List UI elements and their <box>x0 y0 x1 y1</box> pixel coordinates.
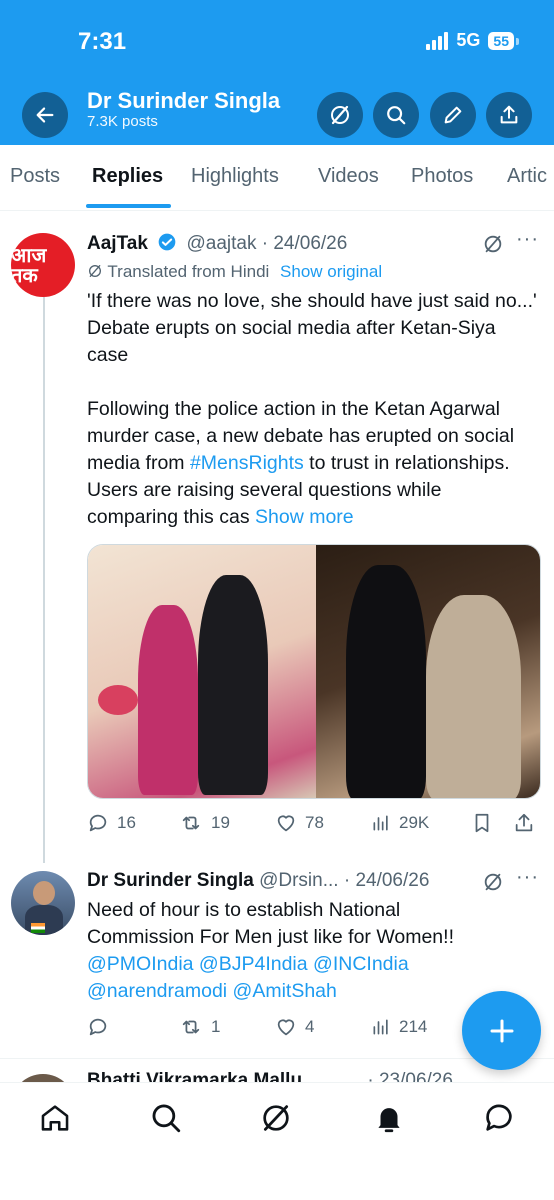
tweet-actions: 16 19 78 29K <box>87 812 535 834</box>
tab-photos[interactable]: Photos <box>411 165 473 188</box>
pencil-icon <box>444 106 462 124</box>
plus-icon <box>490 1019 513 1042</box>
repost-button[interactable]: 19 <box>179 812 275 834</box>
grok-icon <box>331 105 349 125</box>
heart-icon <box>277 1019 295 1036</box>
like-count: 78 <box>305 813 324 832</box>
view-count: 29K <box>399 813 430 832</box>
author-handle[interactable]: @aajtak <box>186 233 256 254</box>
repost-count: 19 <box>211 813 230 832</box>
thread-line <box>43 288 45 863</box>
tweet-text: 'If there was no love, she should have j… <box>87 288 537 531</box>
avatar-logo-text: आज तक <box>11 243 47 287</box>
mention-links[interactable]: @PMOIndia @BJP4India @INCIndia @narendra… <box>87 953 409 1002</box>
search-button[interactable] <box>373 92 419 138</box>
share-button[interactable] <box>486 92 532 138</box>
arrow-left-icon <box>36 107 54 123</box>
repost-count: 1 <box>211 1017 221 1036</box>
grok-icon[interactable] <box>259 1101 293 1135</box>
tweet-actions: 1 4 214 <box>87 1016 471 1038</box>
tweet-divider <box>0 1058 554 1059</box>
more-options-icon[interactable]: ··· <box>516 228 539 251</box>
profile-name: Dr Surinder Singla <box>87 88 281 113</box>
repost-icon <box>182 816 200 830</box>
media-image-right[interactable] <box>316 545 540 798</box>
like-button[interactable]: 78 <box>275 812 371 834</box>
repost-icon <box>182 1020 200 1034</box>
signal-icon <box>426 31 449 50</box>
more-options-icon[interactable]: ··· <box>516 866 539 889</box>
like-count: 4 <box>305 1017 315 1036</box>
edit-button[interactable] <box>430 92 476 138</box>
tweet-media[interactable] <box>87 544 541 799</box>
author-name[interactable]: AajTak <box>87 233 148 254</box>
reply-button[interactable] <box>87 1016 179 1038</box>
views-icon <box>373 1019 388 1035</box>
search-icon <box>387 106 406 125</box>
tweet-header: Dr Surinder Singla @Drsin... · 24/06/26 <box>87 870 429 892</box>
grok-icon[interactable] <box>482 871 504 893</box>
avatar[interactable]: आज तक <box>11 233 75 297</box>
views-button[interactable]: 214 <box>371 1017 471 1037</box>
avatar[interactable] <box>11 871 75 935</box>
tab-articles[interactable]: Artic <box>507 165 547 188</box>
reply-icon <box>89 1018 107 1036</box>
tweet-date: · 24/06/26 <box>343 870 430 891</box>
view-count: 214 <box>399 1017 428 1036</box>
show-original-link[interactable]: Show original <box>280 262 382 281</box>
grok-icon <box>89 265 101 277</box>
search-icon[interactable] <box>149 1101 183 1135</box>
status-indicators: 5G 55 <box>426 30 519 51</box>
reply-count: 16 <box>117 813 136 832</box>
share-icon[interactable] <box>513 812 535 834</box>
like-button[interactable]: 4 <box>275 1016 371 1038</box>
tab-replies[interactable]: Replies <box>92 165 163 188</box>
tweet-headline: 'If there was no love, she should have j… <box>87 290 537 366</box>
status-time: 7:31 <box>78 28 127 55</box>
translated-label: Translated from Hindi <box>107 262 270 281</box>
hashtag-link[interactable]: #MensRights <box>190 452 304 474</box>
messages-icon[interactable] <box>482 1101 516 1135</box>
battery-icon: 55 <box>488 31 519 50</box>
home-icon[interactable] <box>38 1101 72 1135</box>
media-image-left[interactable] <box>88 545 316 798</box>
tweet-text: Need of hour is to establish National Co… <box>87 897 467 1005</box>
compose-button[interactable] <box>462 991 541 1070</box>
post-count: 7.3K posts <box>87 113 158 130</box>
author-name[interactable]: Dr Surinder Singla <box>87 870 254 891</box>
tweet-date: · 24/06/26 <box>261 233 348 254</box>
back-button[interactable] <box>22 92 68 138</box>
share-icon <box>500 105 518 124</box>
reply-button[interactable]: 16 <box>87 812 179 834</box>
profile-header: 7:31 5G 55 Dr Surinder Singla 7.3K posts <box>0 0 554 145</box>
notifications-bell-icon[interactable] <box>372 1101 406 1135</box>
bookmark-icon[interactable] <box>471 812 493 834</box>
tab-highlights[interactable]: Highlights <box>191 165 279 188</box>
tweet-body: Need of hour is to establish National Co… <box>87 899 454 948</box>
views-icon <box>373 815 388 831</box>
translation-note: Translated from Hindi Show original <box>87 262 382 282</box>
grok-button[interactable] <box>317 92 363 138</box>
tab-videos[interactable]: Videos <box>318 165 379 188</box>
verified-badge-icon <box>158 233 176 251</box>
grok-icon[interactable] <box>482 233 504 255</box>
views-button[interactable]: 29K <box>371 813 471 833</box>
profile-tabs: Posts Replies Highlights Videos Photos A… <box>0 145 554 211</box>
heart-icon <box>277 815 295 832</box>
active-tab-indicator <box>86 204 171 208</box>
show-more-link[interactable]: Show more <box>255 506 354 528</box>
bottom-nav <box>0 1082 554 1200</box>
tab-posts[interactable]: Posts <box>10 165 60 188</box>
tweet-header: AajTak @aajtak · 24/06/26 <box>87 232 347 255</box>
repost-button[interactable]: 1 <box>179 1016 275 1038</box>
reply-icon <box>89 814 107 832</box>
network-label: 5G <box>456 30 481 50</box>
author-handle[interactable]: @Drsin... <box>259 870 338 891</box>
